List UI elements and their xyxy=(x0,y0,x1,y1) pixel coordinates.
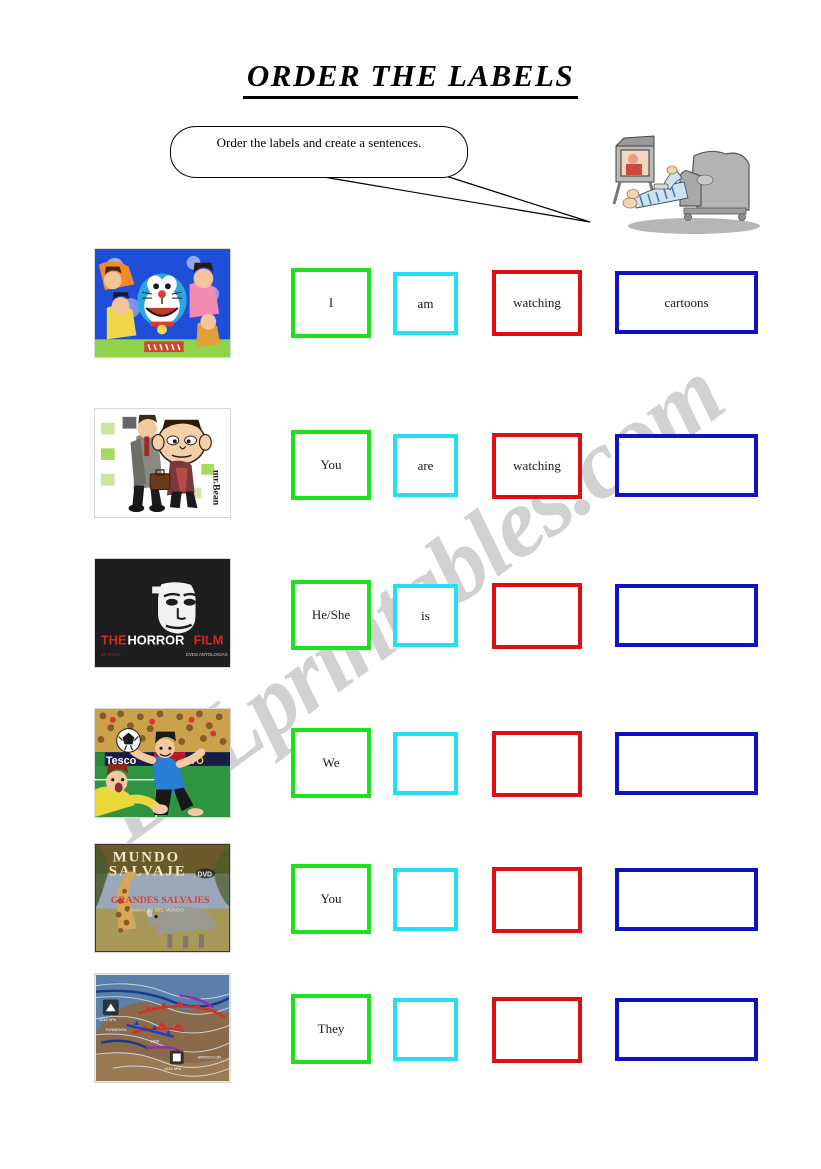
label-box-action[interactable]: watching xyxy=(492,270,582,336)
svg-text:DVDS ANTOLOGIAS: DVDS ANTOLOGIAS xyxy=(186,652,228,657)
label-box-action[interactable] xyxy=(492,997,582,1063)
label-text-subject: He/She xyxy=(311,607,351,622)
page-title: ORDER THE LABELS xyxy=(0,59,821,99)
label-box-subject[interactable]: They xyxy=(291,994,371,1064)
label-box-action[interactable] xyxy=(492,867,582,933)
svg-text:TORMENTA: TORMENTA xyxy=(105,1027,127,1032)
label-box-subject[interactable]: He/She xyxy=(291,580,371,650)
svg-text:HORROR: HORROR xyxy=(128,632,185,647)
label-box-object[interactable] xyxy=(615,998,758,1061)
page-title-text: ORDER THE LABELS xyxy=(242,59,579,99)
svg-text:1024 hPa: 1024 hPa xyxy=(164,1066,182,1071)
label-box-subject[interactable]: You xyxy=(291,430,371,500)
svg-text:1016 hPa: 1016 hPa xyxy=(99,1017,117,1022)
media-thumb-the-horror-film-poster: THE HORROR FILM 40 DVDs DVDS ANTOLOGIAS xyxy=(94,558,231,668)
label-box-object[interactable] xyxy=(615,434,758,497)
label-box-verb[interactable] xyxy=(393,732,458,795)
label-box-verb[interactable]: is xyxy=(393,584,458,647)
label-text-verb: am xyxy=(417,295,434,311)
media-thumb-weather-map-chart: 1016 hPa TORMENTA 1024 hPa ANTICICLON 10… xyxy=(94,973,231,1083)
label-box-verb[interactable]: am xyxy=(393,272,458,335)
label-box-verb[interactable] xyxy=(393,868,458,931)
label-box-subject[interactable]: I xyxy=(291,268,371,338)
label-text-verb: is xyxy=(421,607,430,623)
svg-text:FILM: FILM xyxy=(194,632,224,647)
svg-text:DVD: DVD xyxy=(197,871,212,878)
svg-text:ANTICICLON: ANTICICLON xyxy=(197,1054,221,1059)
svg-text:GRANDES SALVAJES: GRANDES SALVAJES xyxy=(111,895,210,906)
label-text-action: watching xyxy=(513,458,561,473)
label-text-subject: They xyxy=(317,1021,345,1036)
label-text-object: cartoons xyxy=(664,294,709,310)
label-box-action[interactable] xyxy=(492,731,582,797)
label-box-object[interactable] xyxy=(615,584,758,647)
svg-text:THE: THE xyxy=(101,632,127,647)
label-box-object[interactable] xyxy=(615,732,758,795)
instruction-text: Order the labels and create a sentences. xyxy=(216,135,422,150)
label-box-object[interactable] xyxy=(615,868,758,931)
label-text-subject: You xyxy=(320,891,342,906)
label-text-subject: We xyxy=(322,755,340,770)
svg-text:mr.Bean: mr.Bean xyxy=(210,470,221,506)
label-box-subject[interactable]: You xyxy=(291,864,371,934)
label-text-subject: You xyxy=(320,457,342,472)
label-text-verb: are xyxy=(417,457,434,473)
instruction-speech-bubble: Order the labels and create a sentences. xyxy=(170,126,468,178)
svg-text:1008: 1008 xyxy=(150,1039,160,1044)
media-thumb-mr-bean-poster: mr.Bean xyxy=(94,408,231,518)
label-box-verb[interactable] xyxy=(393,998,458,1061)
label-box-action[interactable]: watching xyxy=(492,433,582,499)
label-box-action[interactable] xyxy=(492,583,582,649)
tv-watching-person-icon xyxy=(612,135,760,234)
svg-text:40 DVDs: 40 DVDs xyxy=(101,652,121,658)
label-text-action: watching xyxy=(513,295,561,310)
label-box-verb[interactable]: are xyxy=(393,434,458,497)
media-thumb-doraemon-cartoon-poster xyxy=(94,248,231,358)
media-thumb-mundo-salvaje-dvd-cover: MUNDO SALVAJE GRANDES SALVAJES ANIMALES … xyxy=(94,843,231,953)
label-box-subject[interactable]: We xyxy=(291,728,371,798)
label-text-subject: I xyxy=(328,295,334,310)
svg-text:SALVAJE: SALVAJE xyxy=(109,863,187,879)
svg-text:ANIMALES DEL MUNDO: ANIMALES DEL MUNDO xyxy=(129,908,185,914)
media-thumb-football-match-cartoon: Tesco VO xyxy=(94,708,231,818)
label-box-object[interactable]: cartoons xyxy=(615,271,758,334)
